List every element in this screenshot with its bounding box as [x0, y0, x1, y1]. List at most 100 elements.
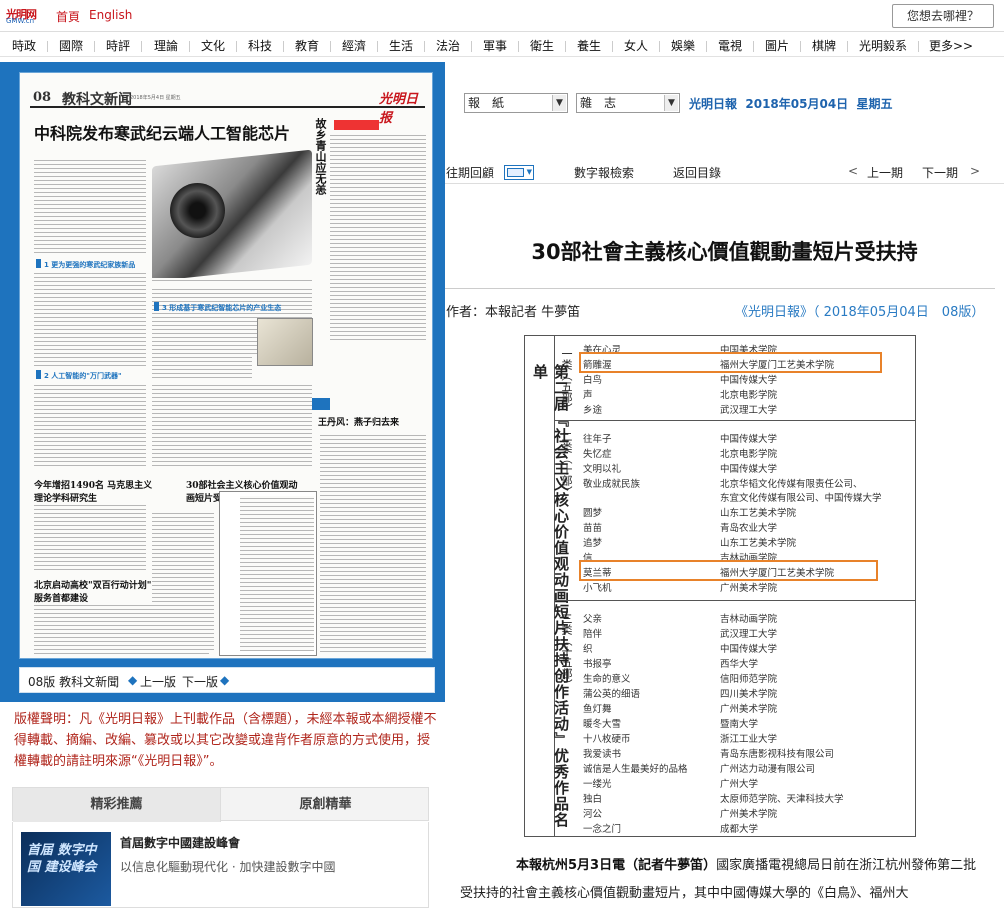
paper-masthead: 光明日报	[379, 92, 419, 126]
paper-date: 2018年5月4日 星期五	[130, 95, 181, 101]
recommend-card[interactable]: 首届 数字中国 建设峰会 首屆數字中國建設峰會 以信息化驅動現代化 · 加快建設…	[12, 822, 429, 908]
paper-story-title[interactable]: 王丹风：燕子归去来	[318, 415, 428, 428]
calendar-picker-icon[interactable]: ▼	[504, 165, 534, 180]
paper-select[interactable]: 報 紙 ▼	[464, 93, 568, 113]
article-body: 本報杭州5月3日電（記者牛夢笛）國家廣播電視總局日前在浙江杭州發佈第二批受扶持的…	[460, 852, 980, 908]
nav-item[interactable]: 光明毅系	[859, 37, 907, 54]
category-label: 二类（十部）	[560, 431, 573, 497]
list-row: 往年子 中国传媒大学	[583, 434, 778, 445]
list-row: 一念之门 成都大学	[583, 824, 759, 835]
list-row: 生命的意义 信阳师范学院	[583, 674, 778, 685]
tab-original[interactable]: 原創精華	[221, 788, 430, 822]
past-issues-link[interactable]: 往期回顧	[446, 164, 494, 181]
list-row: 一缕光 广州大学	[583, 779, 759, 790]
english-link[interactable]: English	[89, 8, 132, 22]
nav-item[interactable]: 經濟	[342, 37, 366, 54]
list-row: 诚信是人生最美好的品格 广州达力动漫有限公司	[583, 764, 816, 775]
list-row: 河公 广州美术学院	[583, 809, 778, 820]
text-block	[34, 383, 146, 468]
issue-weekday: 星期五	[856, 97, 893, 111]
logo-subtext: GMW.cn	[6, 17, 35, 25]
paper-headline[interactable]: 中科院发布寒武纪云端人工智能芯片	[34, 120, 290, 144]
page-footer: 08版 教科文新聞 ◆ 上一版 下一版 ◆	[19, 667, 435, 693]
article-dateline: 本報杭州5月3日電（記者牛夢笛）	[516, 858, 717, 873]
nav-item[interactable]: 科技	[248, 37, 272, 54]
nav-item[interactable]: 軍事	[483, 37, 507, 54]
nav-item[interactable]: 娛樂	[671, 37, 695, 54]
paper-subhead: 1 更为更强的寒武纪家族新品	[44, 261, 136, 269]
paper-story-title[interactable]: 北京启动高校"双百行动计划" 服务首都建设	[34, 578, 154, 604]
next-page-link[interactable]: 下一版	[182, 673, 218, 690]
site-logo[interactable]: 光明网 GMW.cn	[6, 6, 50, 26]
list-row: 陪伴 武汉理工大学	[583, 629, 778, 640]
chevron-down-icon: ▼	[552, 95, 566, 111]
highlight-box	[579, 560, 878, 581]
back-to-contents-link[interactable]: 返回目錄	[673, 164, 721, 181]
nav-item[interactable]: 電視	[718, 37, 742, 54]
chevron-left-icon: <	[848, 164, 859, 178]
winner-table-thumbnail	[219, 491, 317, 656]
nav-item[interactable]: 女人	[624, 37, 648, 54]
text-block	[320, 433, 426, 653]
card-title[interactable]: 首屆數字中國建設峰會	[120, 834, 240, 851]
nav-item[interactable]: 法治	[436, 37, 460, 54]
text-block	[152, 511, 214, 651]
paper-select-value: 報 紙	[468, 96, 505, 110]
list-row: 鱼灯舞 广州美术学院	[583, 704, 778, 715]
list-row: 蒲公英的细语 四川美术学院	[583, 689, 778, 700]
nav-item[interactable]: 理論	[154, 37, 178, 54]
nav-item[interactable]: 時政	[12, 37, 36, 54]
next-issue-link[interactable]: 下一期	[922, 164, 958, 181]
list-row: 文明以礼 中国传媒大学	[583, 464, 778, 475]
list-row: 敬业成就民族 北京华韬文化传媒有限责任公司、	[583, 479, 863, 490]
recommend-tabs: 精彩推薦 原創精華	[12, 787, 430, 822]
nav-item[interactable]: 教育	[295, 37, 319, 54]
copyright-notice: 版權聲明：凡《光明日報》上刊載作品（含標題），未經本報或本網授權不得轉載、摘編、…	[14, 712, 437, 769]
list-row: 苗苗 青岛农业大学	[583, 523, 778, 534]
card-description: 以信息化驅動現代化 · 加快建設數字中國	[120, 860, 336, 874]
article-title: 30部社會主義核心價值觀動畫短片受扶持	[531, 240, 918, 264]
list-row: 织中国传媒大学	[583, 644, 778, 655]
paper-subhead: 2 人工智能的"万门武器"	[44, 372, 122, 380]
top-bar: 光明网 GMW.cn 首頁 English 您想去哪裡？	[0, 0, 1004, 32]
caption	[152, 278, 312, 282]
nav-item[interactable]: 時評	[106, 37, 130, 54]
list-row: 失忆症 北京电影学院	[583, 449, 778, 460]
nav-item[interactable]: 衛生	[530, 37, 554, 54]
list-row: 小飞机 广州美术学院	[583, 583, 778, 594]
main-nav: 時政 國際 時評 理論 文化 科技 教育 經濟 生活 法治 軍事 衛生 養生 女…	[0, 33, 1004, 57]
tab-recommended[interactable]: 精彩推薦	[13, 788, 221, 822]
newspaper-page-image[interactable]: 08 教科文新闻 2018年5月4日 星期五 光明日报 中科院发布寒武纪云端人工…	[19, 72, 433, 659]
list-row: 东宜文化传媒有限公司、中国传媒大学	[720, 493, 882, 504]
list-row: 十八枚硬币 浙江工业大学	[583, 734, 778, 745]
article-author: 作者：本報記者 牛夢笛	[446, 305, 581, 320]
paper-story-title[interactable]: 今年增招1490名 马克思主义理论学科研究生	[34, 478, 154, 504]
prev-page-link[interactable]: 上一版	[140, 673, 176, 690]
issue-info: 光明日報 2018年05月04日 星期五	[689, 95, 893, 112]
prev-issue-link[interactable]: 上一期	[867, 164, 903, 181]
article-source[interactable]: 《光明日報》（ 2018年05月04日 08版）	[735, 301, 984, 320]
digital-search-link[interactable]: 數字報檢索	[574, 164, 634, 181]
where-to-go-button[interactable]: 您想去哪裡？	[892, 4, 994, 28]
paper-vertical-title[interactable]: 故乡青山应无恙	[312, 118, 328, 195]
red-label	[334, 120, 379, 130]
category-label: 一类（五部）	[560, 348, 573, 414]
magazine-select[interactable]: 雜 志 ▼	[576, 93, 680, 113]
list-row: 书报亭 西华大学	[583, 659, 759, 670]
nav-item-more[interactable]: 更多>>	[929, 37, 973, 54]
card-thumbnail[interactable]: 首届 数字中国 建设峰会	[21, 832, 111, 906]
nav-item[interactable]: 生活	[389, 37, 413, 54]
nav-item[interactable]: 棋牌	[812, 37, 836, 54]
gpu-fan	[170, 183, 225, 238]
edition-label: 08版 教科文新聞	[28, 675, 120, 689]
nav-item[interactable]: 國際	[59, 37, 83, 54]
nav-item[interactable]: 圖片	[765, 37, 789, 54]
list-row: 暖冬大雪 暨南大学	[583, 719, 759, 730]
paper-name: 光明日報	[689, 97, 738, 111]
nav-item[interactable]: 文化	[201, 37, 225, 54]
home-link[interactable]: 首頁	[56, 8, 80, 25]
nav-item[interactable]: 養生	[577, 37, 601, 54]
category-label: 三类（十五部）	[560, 613, 573, 690]
list-row: 独白 太原师范学院、天津科技大学	[583, 794, 844, 805]
list-row: 父亲 吉林动画学院	[583, 614, 778, 625]
